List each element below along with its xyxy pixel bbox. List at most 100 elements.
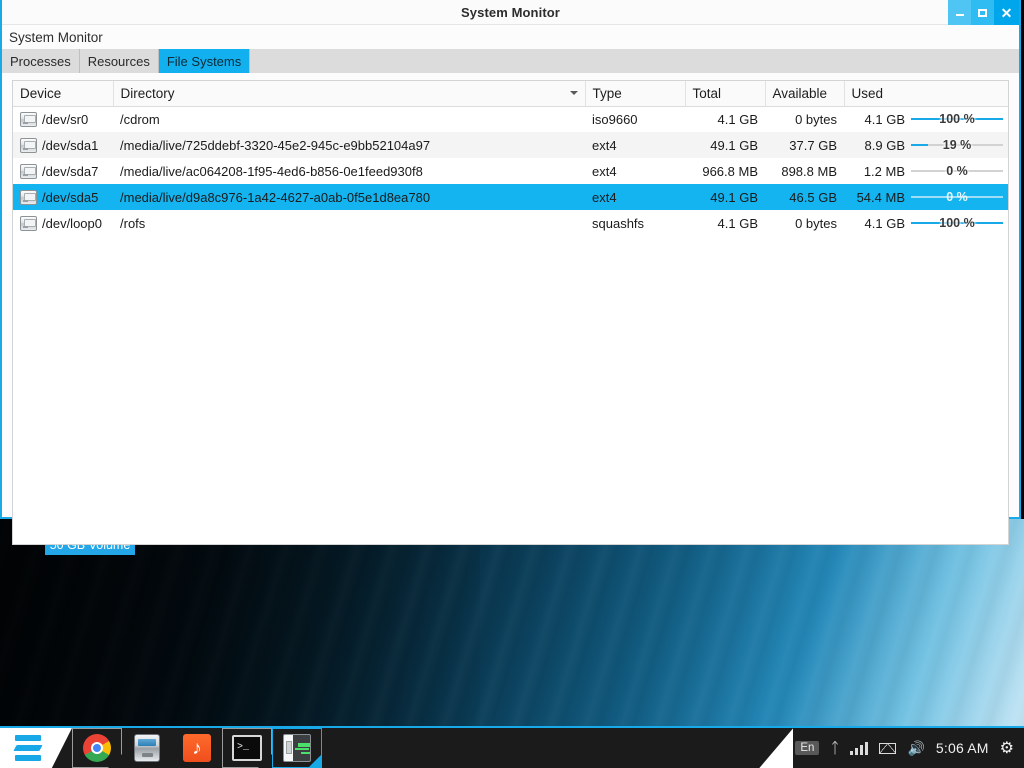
minimize-icon: [956, 14, 964, 16]
table-body: /dev/sr0/cdromiso96604.1 GB0 bytes4.1 GB…: [13, 106, 1009, 236]
tab-resources[interactable]: Resources: [80, 49, 159, 73]
cell-type: squashfs: [585, 210, 685, 236]
cell-device: /dev/loop0: [13, 210, 113, 236]
file-systems-table: Device Directory Type Total Available Us…: [13, 81, 1009, 236]
cell-available: 898.8 MB: [765, 158, 844, 184]
cell-used: 1.2 MB 0 %: [844, 158, 1009, 184]
used-cell-content: 54.4 MB 0 %: [851, 190, 1003, 205]
device-cell-content: /dev/sda5: [20, 190, 106, 205]
cell-total: 49.1 GB: [685, 184, 765, 210]
cell-device: /dev/sda7: [13, 158, 113, 184]
maximize-icon: [978, 9, 987, 17]
usage-progress-bar: 0 %: [911, 164, 1003, 178]
minimize-button[interactable]: [948, 0, 971, 25]
tab-file-systems[interactable]: File Systems: [159, 49, 250, 73]
language-badge: En: [795, 741, 819, 755]
device-cell-content: /dev/sda1: [20, 138, 106, 153]
usage-percent-label: 0 %: [911, 190, 1003, 204]
tray-mail[interactable]: [879, 728, 896, 768]
column-header-device[interactable]: Device: [13, 81, 113, 106]
taskbar-item-system-monitor[interactable]: [272, 728, 322, 768]
usage-progress-bar: 0 %: [911, 190, 1003, 204]
system-monitor-icon: [283, 734, 311, 762]
maximize-button[interactable]: [971, 0, 994, 25]
table-row[interactable]: /dev/sda1/media/live/725ddebf-3320-45e2-…: [13, 132, 1009, 158]
cell-directory: /rofs: [113, 210, 585, 236]
taskbar: ♪ >_ En ᛏ 🔊: [0, 726, 1024, 768]
usage-percent-label: 0 %: [911, 164, 1003, 178]
drive-icon: [20, 164, 37, 179]
usage-percent-label: 100 %: [911, 216, 1003, 230]
file-manager-icon: [134, 734, 160, 762]
cell-device: /dev/sda5: [13, 184, 113, 210]
usage-percent-label: 100 %: [911, 112, 1003, 126]
desktop: 50 GB Volume System Monitor ✕ System Mon…: [0, 0, 1024, 768]
column-header-used[interactable]: Used: [844, 81, 1009, 106]
tray-volume[interactable]: 🔊: [907, 728, 924, 768]
chevron-down-icon: [570, 91, 578, 95]
taskbar-item-chrome[interactable]: [72, 728, 122, 768]
tabbar-filler: [250, 49, 1019, 73]
start-menu-button[interactable]: [0, 728, 72, 768]
gear-icon: ⚙: [1000, 738, 1014, 758]
device-cell-content: /dev/sr0: [20, 112, 106, 127]
zorin-logo-icon: [15, 735, 45, 761]
window-titlebar[interactable]: System Monitor ✕: [2, 0, 1019, 25]
system-monitor-window: System Monitor ✕ System Monitor Processe…: [0, 0, 1021, 519]
drive-icon: [20, 216, 37, 231]
close-button[interactable]: ✕: [994, 0, 1019, 25]
cell-type: ext4: [585, 132, 685, 158]
window-controls: ✕: [948, 0, 1019, 25]
taskbar-item-music[interactable]: ♪: [172, 728, 222, 768]
column-header-directory[interactable]: Directory: [113, 81, 585, 106]
used-size-label: 54.4 MB: [851, 190, 905, 205]
cell-directory: /media/live/ac064208-1f95-4ed6-b856-0e1f…: [113, 158, 585, 184]
tab-processes[interactable]: Processes: [2, 49, 80, 73]
drive-icon: [20, 112, 37, 127]
column-header-total[interactable]: Total: [685, 81, 765, 106]
tray-network[interactable]: [850, 728, 868, 768]
used-cell-content: 4.1 GB 100 %: [851, 112, 1003, 127]
tray-settings[interactable]: ⚙: [1000, 728, 1014, 768]
device-name: /dev/sda1: [42, 138, 98, 153]
cell-type: ext4: [585, 184, 685, 210]
cell-device: /dev/sr0: [13, 106, 113, 132]
tabbar: Processes Resources File Systems: [2, 49, 1019, 73]
used-cell-content: 4.1 GB 100 %: [851, 216, 1003, 231]
used-size-label: 4.1 GB: [851, 112, 905, 127]
taskbar-item-files[interactable]: [122, 728, 172, 768]
used-size-label: 4.1 GB: [851, 216, 905, 231]
cell-total: 49.1 GB: [685, 132, 765, 158]
table-header: Device Directory Type Total Available Us…: [13, 81, 1009, 106]
cell-directory: /cdrom: [113, 106, 585, 132]
window-title: System Monitor: [461, 5, 560, 20]
device-name: /dev/sr0: [42, 112, 88, 127]
column-header-type[interactable]: Type: [585, 81, 685, 106]
cell-available: 46.5 GB: [765, 184, 844, 210]
cell-available: 0 bytes: [765, 106, 844, 132]
cell-device: /dev/sda1: [13, 132, 113, 158]
clock-label: 5:06 AM: [936, 740, 989, 756]
used-size-label: 1.2 MB: [851, 164, 905, 179]
cell-directory: /media/live/725ddebf-3320-45e2-945c-e9bb…: [113, 132, 585, 158]
taskbar-launchers: ♪ >_: [72, 728, 322, 768]
table-row[interactable]: /dev/loop0/rofssquashfs4.1 GB0 bytes4.1 …: [13, 210, 1009, 236]
cell-used: 4.1 GB 100 %: [844, 210, 1009, 236]
table-row[interactable]: /dev/sda7/media/live/ac064208-1f95-4ed6-…: [13, 158, 1009, 184]
drive-icon: [20, 138, 37, 153]
column-header-available[interactable]: Available: [765, 81, 844, 106]
taskbar-spacer: [322, 728, 781, 768]
taskbar-item-terminal[interactable]: >_: [222, 728, 272, 768]
tray-clock[interactable]: 5:06 AM: [936, 728, 989, 768]
mail-icon: [879, 743, 896, 754]
table-row[interactable]: /dev/sr0/cdromiso96604.1 GB0 bytes4.1 GB…: [13, 106, 1009, 132]
cell-type: ext4: [585, 158, 685, 184]
music-note-icon: ♪: [183, 734, 211, 762]
app-title: System Monitor: [9, 30, 103, 45]
table-header-row: Device Directory Type Total Available Us…: [13, 81, 1009, 106]
table-row[interactable]: /dev/sda5/media/live/d9a8c976-1a42-4627-…: [13, 184, 1009, 210]
usage-progress-bar: 100 %: [911, 216, 1003, 230]
used-size-label: 8.9 GB: [851, 138, 905, 153]
tray-bluetooth[interactable]: ᛏ: [830, 728, 839, 768]
tray-language[interactable]: En: [795, 728, 819, 768]
